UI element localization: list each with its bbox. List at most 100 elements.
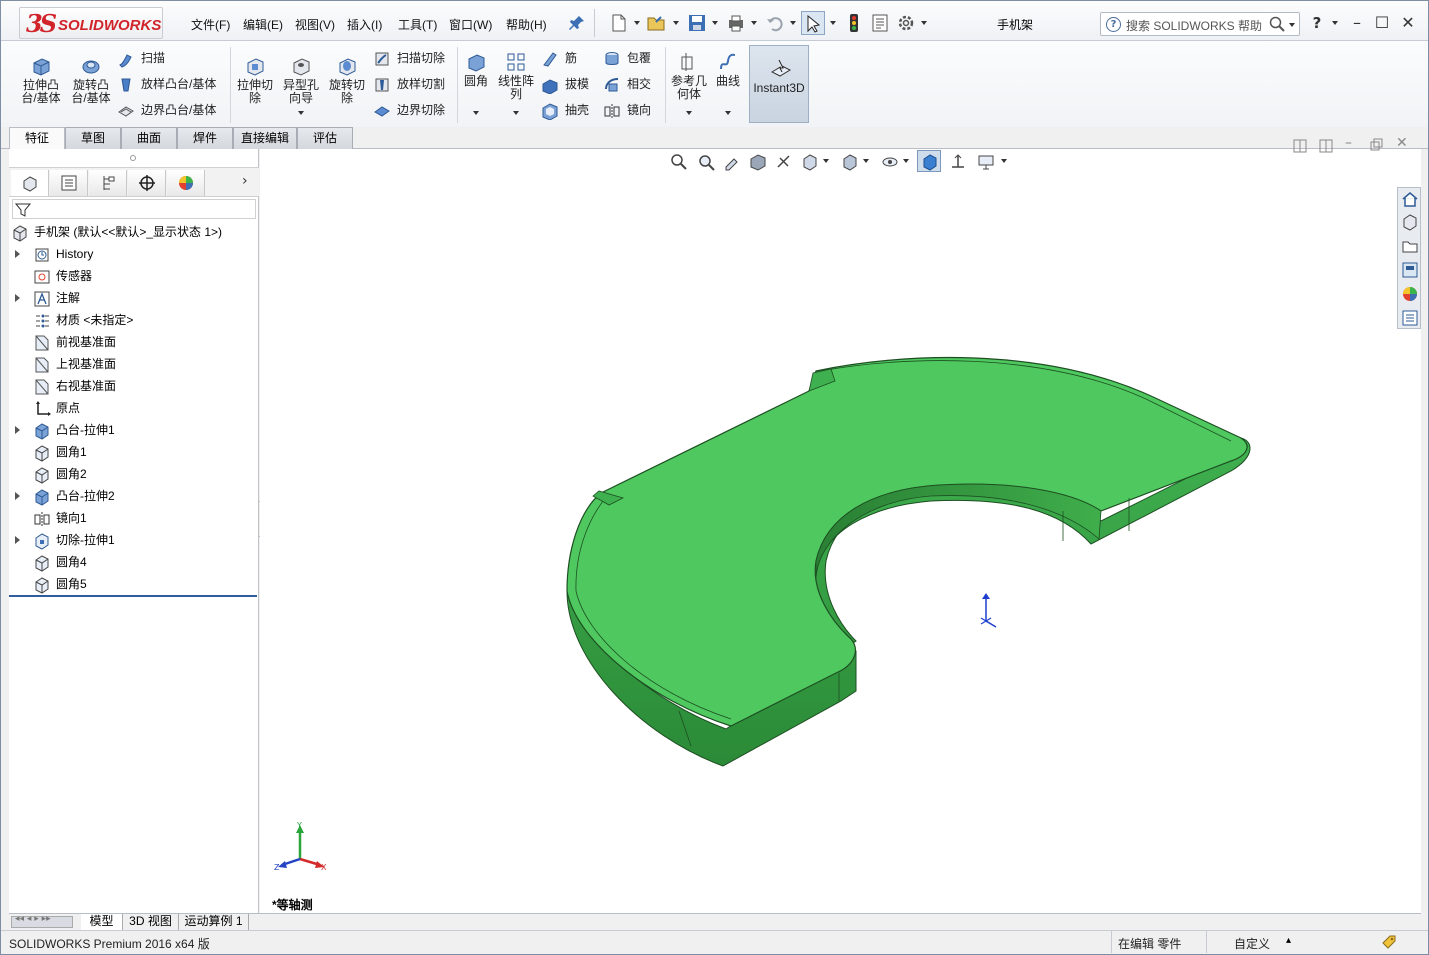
tab-sketch[interactable]: 草图: [65, 127, 121, 149]
undo-icon[interactable]: [765, 13, 785, 33]
view-palette-icon[interactable]: [1401, 261, 1419, 279]
minimize-button[interactable]: –: [1346, 11, 1368, 35]
tab-model[interactable]: 模型: [81, 914, 123, 930]
tree-item[interactable]: History: [33, 243, 93, 265]
tab-property-manager[interactable]: [50, 170, 88, 196]
chevron-down-icon[interactable]: [513, 111, 519, 115]
rebuild-traffic-light-icon[interactable]: [844, 13, 864, 33]
expand-arrow-icon[interactable]: [15, 536, 20, 544]
tree-item[interactable]: 材质 <未指定>: [33, 309, 133, 331]
tab-display-manager[interactable]: [167, 170, 205, 196]
tab-surfaces[interactable]: 曲面: [121, 127, 177, 149]
tree-item[interactable]: 圆角5: [33, 573, 87, 595]
chevron-down-icon[interactable]: [1332, 21, 1338, 25]
tree-item[interactable]: 前视基准面: [33, 331, 116, 353]
tab-motion-study-1[interactable]: 运动算例 1: [179, 914, 249, 930]
help-search-box[interactable]: ? 搜索 SOLIDWORKS 帮助: [1100, 12, 1300, 36]
save-icon[interactable]: [687, 13, 707, 33]
swept-cut-button[interactable]: 扫描切除: [373, 49, 445, 68]
tree-item[interactable]: 右视基准面: [33, 375, 116, 397]
menu-file[interactable]: 文件(F): [191, 16, 230, 33]
tab-direct-editing[interactable]: 直接编辑: [233, 127, 297, 149]
sweep-button[interactable]: 扫描: [117, 49, 165, 68]
tab-features[interactable]: 特征: [9, 127, 65, 149]
boundary-boss-button[interactable]: 边界凸台/基体: [117, 101, 216, 120]
search-icon[interactable]: [1269, 16, 1285, 32]
chevron-down-icon[interactable]: [712, 21, 718, 25]
reference-geometry-button[interactable]: 参考几 何体: [668, 51, 710, 101]
tree-item[interactable]: 传感器: [33, 265, 92, 287]
lofted-cut-button[interactable]: 放样切割: [373, 75, 445, 94]
custom-properties-icon[interactable]: [1401, 309, 1419, 327]
chevron-down-icon[interactable]: [790, 21, 796, 25]
extrude-cut-button[interactable]: 拉伸切 除: [233, 55, 277, 105]
boundary-cut-button[interactable]: 边界切除: [373, 101, 445, 120]
tree-item[interactable]: 原点: [33, 397, 80, 419]
mirror-button[interactable]: 镜向: [603, 101, 651, 120]
draft-button[interactable]: 拔模: [541, 75, 589, 94]
tab-scroll-arrows[interactable]: ◂◂ ◂ ▸ ▸▸: [11, 914, 73, 928]
tree-item[interactable]: 切除-拉伸1: [33, 529, 115, 551]
tree-item[interactable]: 凸台-拉伸2: [33, 485, 115, 507]
unit-system-selector[interactable]: 自定义: [1234, 935, 1270, 952]
chevron-down-icon[interactable]: [473, 111, 479, 115]
rebuild-tag-icon[interactable]: [1381, 934, 1397, 950]
chevron-down-icon[interactable]: [298, 111, 304, 115]
pin-icon[interactable]: [567, 13, 587, 33]
revolve-boss-button[interactable]: 旋转凸 台/基体: [67, 55, 115, 105]
fillet-button[interactable]: 圆角: [459, 51, 493, 88]
select-tool-button[interactable]: [801, 11, 825, 35]
expand-arrow-icon[interactable]: [15, 492, 20, 500]
expand-arrow-icon[interactable]: [15, 250, 20, 258]
shell-button[interactable]: 抽壳: [541, 101, 589, 120]
home-icon[interactable]: [1401, 190, 1419, 208]
tab-3d-views[interactable]: 3D 视图: [123, 914, 179, 930]
panel-grip-handle[interactable]: [130, 155, 136, 161]
graphics-area[interactable]: – ✕ Y X Z *等轴测: [260, 135, 1421, 913]
phone-stand-3d-model[interactable]: [260, 149, 1421, 913]
close-window-button[interactable]: ✕: [1397, 11, 1419, 35]
new-document-icon[interactable]: [609, 13, 629, 33]
help-button[interactable]: ?: [1306, 11, 1328, 35]
maximize-button[interactable]: ☐: [1371, 11, 1393, 35]
instant3d-button[interactable]: Instant3D: [749, 45, 809, 123]
appearances-icon[interactable]: [1401, 285, 1419, 303]
intersect-button[interactable]: 相交: [603, 75, 651, 94]
gear-icon[interactable]: [896, 13, 916, 33]
solidworks-logo[interactable]: 3S SOLIDWORKS: [19, 7, 163, 39]
menu-tools[interactable]: 工具(T): [398, 16, 437, 33]
chevron-down-icon[interactable]: [725, 111, 731, 115]
design-library-icon[interactable]: [1401, 213, 1419, 231]
tree-item[interactable]: 镜向1: [33, 507, 87, 529]
chevron-right-icon[interactable]: ›: [242, 173, 248, 189]
feature-filter-input[interactable]: [12, 199, 256, 219]
chevron-down-icon[interactable]: [686, 111, 692, 115]
rollback-bar[interactable]: [9, 595, 257, 597]
tab-evaluate[interactable]: 评估: [297, 127, 353, 149]
menu-insert[interactable]: 插入(I): [347, 16, 382, 33]
chevron-down-icon[interactable]: [673, 21, 679, 25]
linear-pattern-button[interactable]: 线性阵 列: [495, 51, 537, 101]
tree-item[interactable]: 圆角2: [33, 463, 87, 485]
open-folder-icon[interactable]: [646, 13, 666, 33]
chevron-down-icon[interactable]: [921, 21, 927, 25]
tab-configuration-manager[interactable]: [89, 170, 127, 196]
extrude-boss-button[interactable]: 拉伸凸 台/基体: [17, 55, 65, 105]
rib-button[interactable]: 筋: [541, 49, 577, 68]
tree-item[interactable]: 注解: [33, 287, 80, 309]
tab-weldments[interactable]: 焊件: [177, 127, 233, 149]
file-explorer-icon[interactable]: [1401, 237, 1419, 255]
tab-feature-manager[interactable]: [11, 170, 49, 196]
tab-dimxpert-manager[interactable]: [128, 170, 166, 196]
tree-root-part[interactable]: 手机架 (默认<<默认>_显示状态 1>): [11, 221, 222, 243]
file-properties-icon[interactable]: [870, 13, 890, 33]
chevron-up-icon[interactable]: ▴: [1286, 935, 1291, 946]
menu-window[interactable]: 窗口(W): [449, 16, 492, 33]
tree-item[interactable]: 圆角1: [33, 441, 87, 463]
expand-arrow-icon[interactable]: [15, 294, 20, 302]
menu-edit[interactable]: 编辑(E): [243, 16, 283, 33]
chevron-down-icon[interactable]: [1289, 23, 1295, 27]
expand-arrow-icon[interactable]: [15, 426, 20, 434]
chevron-down-icon[interactable]: [751, 21, 757, 25]
tree-item[interactable]: 圆角4: [33, 551, 87, 573]
